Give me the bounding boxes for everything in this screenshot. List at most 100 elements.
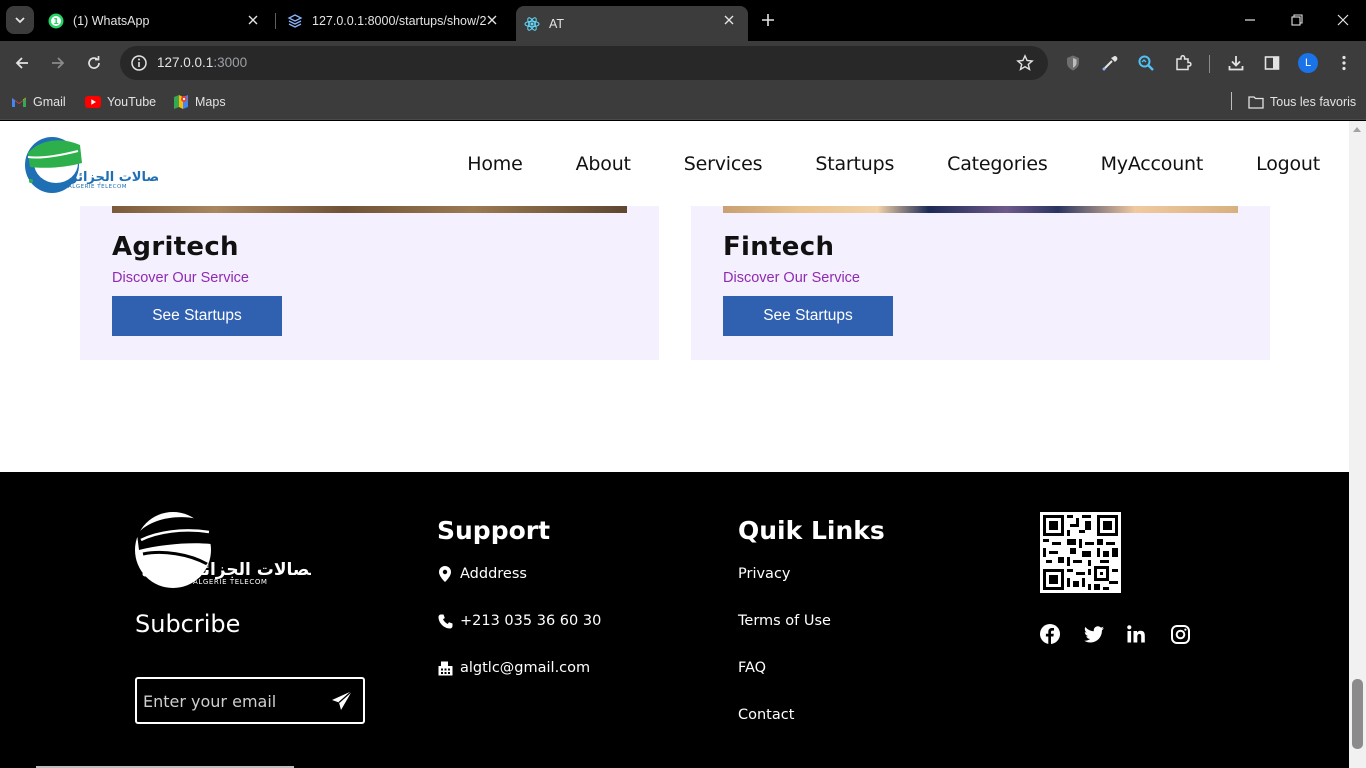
- page-scrollbar[interactable]: [1349, 121, 1366, 768]
- support-item-text: algtlc@gmail.com: [460, 660, 591, 676]
- linkedin-icon[interactable]: [1125, 623, 1147, 645]
- send-icon[interactable]: [331, 690, 353, 712]
- card-subtitle: Discover Our Service: [723, 270, 860, 286]
- all-bookmarks-button[interactable]: Tous les favoris: [1248, 92, 1356, 112]
- arrow-left-icon: [15, 57, 28, 69]
- tab-divider: [275, 13, 276, 29]
- shield-extension-icon[interactable]: [1062, 52, 1084, 74]
- url-text: 127.0.0.1:3000: [157, 55, 247, 70]
- tab-search-button[interactable]: [6, 6, 34, 34]
- bookmark-gmail[interactable]: Gmail: [11, 92, 66, 112]
- svg-text:اتصالات الجزائر: اتصالات الجزائر: [69, 170, 158, 185]
- main-nav: Home About Services Startups Categories …: [414, 153, 1320, 175]
- bookmarks-divider: [1231, 92, 1232, 110]
- site-header: اتصالات الجزائر ALGERIE TELECOM Home Abo…: [0, 121, 1349, 206]
- link-privacy[interactable]: Privacy: [738, 566, 791, 582]
- download-icon[interactable]: [1225, 52, 1247, 74]
- twitter-icon[interactable]: [1083, 623, 1105, 645]
- support-email[interactable]: algtlc@gmail.com: [437, 660, 590, 676]
- youtube-icon: [85, 94, 101, 110]
- instagram-icon[interactable]: [1169, 623, 1191, 645]
- puzzle-extensions-icon[interactable]: [1172, 52, 1194, 74]
- support-title: Support: [437, 516, 551, 545]
- react-icon: [524, 16, 540, 32]
- restore-button[interactable]: [1288, 11, 1306, 29]
- browser-toolbar: 127.0.0.1:3000 L: [0, 41, 1366, 85]
- nav-logout[interactable]: Logout: [1256, 153, 1320, 175]
- support-address[interactable]: Adddress: [437, 566, 527, 582]
- close-icon[interactable]: [246, 13, 260, 27]
- info-icon[interactable]: [130, 54, 148, 72]
- card-title: Fintech: [723, 232, 835, 262]
- link-terms[interactable]: Terms of Use: [738, 613, 831, 629]
- see-startups-button[interactable]: See Startups: [112, 296, 282, 336]
- nav-startups[interactable]: Startups: [815, 153, 894, 175]
- close-icon[interactable]: [485, 13, 499, 27]
- chevron-down-icon: [15, 17, 25, 24]
- svg-text:1: 1: [53, 17, 59, 26]
- kebab-menu-icon[interactable]: [1333, 52, 1355, 74]
- maps-icon: [173, 94, 189, 110]
- card-subtitle: Discover Our Service: [112, 270, 249, 286]
- side-panel-icon[interactable]: [1261, 52, 1283, 74]
- bookmark-youtube[interactable]: YouTube: [85, 92, 156, 112]
- tab-title: AT: [549, 16, 565, 31]
- category-card-agritech: Agritech Discover Our Service See Startu…: [80, 206, 659, 360]
- url-port: :3000: [213, 55, 248, 70]
- phone-icon: [437, 613, 453, 629]
- subscribe-title: Subcribe: [135, 610, 241, 638]
- eyedropper-extension-icon[interactable]: [1099, 52, 1121, 74]
- toolbar-divider: [1209, 55, 1210, 73]
- algerie-telecom-logo[interactable]: اتصالات الجزائر ALGERIE TELECOM: [22, 133, 169, 195]
- whatsapp-icon: 1: [48, 13, 64, 29]
- forward-button[interactable]: [46, 51, 70, 75]
- nav-home[interactable]: Home: [467, 153, 523, 175]
- reload-button[interactable]: [82, 51, 106, 75]
- scrollbar-thumb[interactable]: [1352, 679, 1363, 749]
- back-button[interactable]: [10, 51, 34, 75]
- bookmark-maps[interactable]: Maps: [173, 92, 226, 112]
- facebook-icon[interactable]: [1039, 623, 1061, 645]
- support-item-text: +213 035 36 60 30: [460, 613, 602, 629]
- email-input[interactable]: [143, 688, 323, 714]
- profile-avatar[interactable]: L: [1298, 53, 1318, 73]
- site-footer: اتصالات الجزائر ALGERIE TELECOM Subcribe…: [0, 472, 1349, 768]
- scroll-up-arrow-icon[interactable]: [1353, 127, 1361, 132]
- category-card-fintech: Fintech Discover Our Service See Startup…: [691, 206, 1270, 360]
- support-phone[interactable]: +213 035 36 60 30: [437, 613, 601, 629]
- address-bar[interactable]: 127.0.0.1:3000: [120, 46, 1048, 80]
- card-image: [723, 206, 1238, 213]
- see-startups-button[interactable]: See Startups: [723, 296, 893, 336]
- bookmark-label: Gmail: [33, 95, 66, 109]
- svg-text:ALGERIE TELECOM: ALGERIE TELECOM: [68, 184, 127, 190]
- nav-categories[interactable]: Categories: [947, 153, 1048, 175]
- support-item-text: Adddress: [460, 566, 527, 582]
- close-icon[interactable]: [722, 13, 736, 27]
- plus-icon: [762, 14, 774, 26]
- all-bookmarks-label: Tous les favoris: [1270, 95, 1357, 109]
- nav-myaccount[interactable]: MyAccount: [1101, 153, 1204, 175]
- map-pin-icon: [437, 566, 453, 582]
- search-extension-icon[interactable]: [1135, 52, 1157, 74]
- bookmarks-bar: Gmail YouTube Maps Tous les favoris: [0, 85, 1366, 120]
- minimize-button[interactable]: [1241, 11, 1259, 29]
- link-contact[interactable]: Contact: [738, 707, 794, 723]
- tab-whatsapp[interactable]: 1 (1) WhatsApp: [44, 6, 272, 35]
- footer-logo[interactable]: اتصالات الجزائر ALGERIE TELECOM: [133, 510, 322, 592]
- nav-services[interactable]: Services: [684, 153, 763, 175]
- close-window-button[interactable]: [1334, 11, 1352, 29]
- tab-title: 127.0.0.1:8000/startups/show/2: [312, 13, 487, 28]
- bookmark-label: Maps: [195, 95, 226, 109]
- nav-about[interactable]: About: [576, 153, 631, 175]
- subscribe-form: [135, 677, 365, 724]
- new-tab-button[interactable]: [758, 10, 778, 30]
- close-icon: [1337, 14, 1349, 26]
- tab-startups-show[interactable]: 127.0.0.1:8000/startups/show/2: [283, 6, 511, 35]
- layers-icon: [287, 13, 303, 29]
- tab-at[interactable]: AT: [516, 6, 748, 41]
- link-faq[interactable]: FAQ: [738, 660, 766, 676]
- folder-icon: [1248, 94, 1264, 110]
- star-icon[interactable]: [1016, 54, 1034, 72]
- quicklinks-title: Quik Links: [738, 516, 885, 545]
- minimize-icon: [1245, 19, 1255, 21]
